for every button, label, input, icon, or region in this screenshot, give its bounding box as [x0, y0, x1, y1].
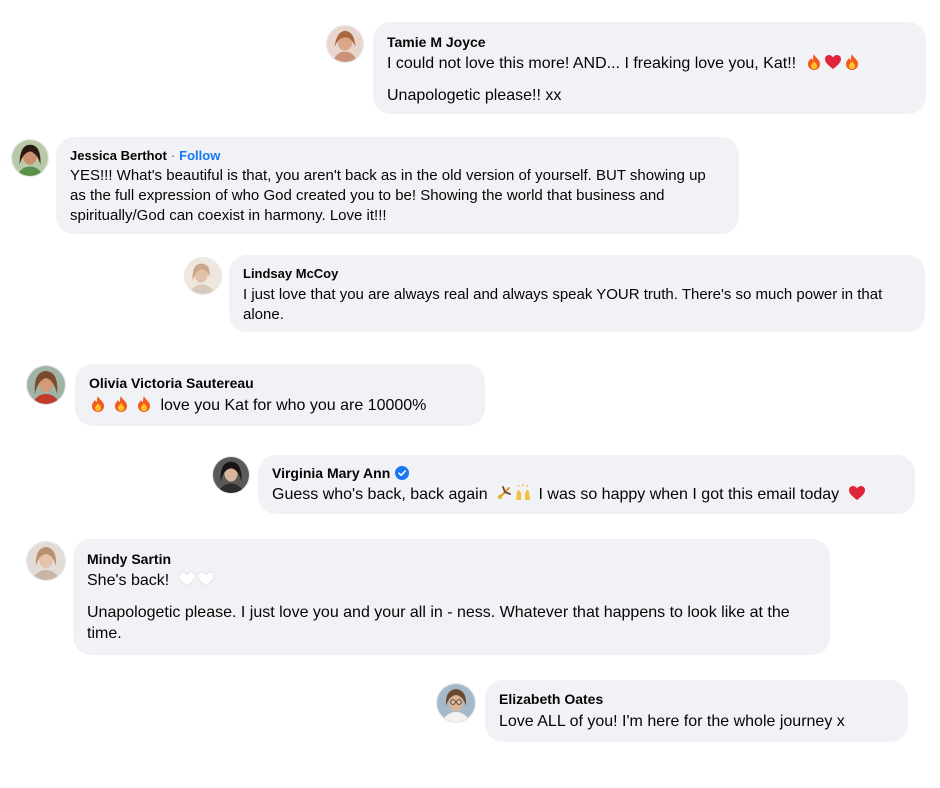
avatar-tamie[interactable] [326, 25, 364, 63]
fire-emoji [112, 395, 130, 413]
comment-text: YES!!! What's beautiful is that, you are… [70, 167, 706, 224]
fire-emoji [843, 53, 861, 71]
comment-text: love you Kat for who you are 10000% [160, 397, 427, 414]
avatar-image [12, 140, 48, 176]
comment-text-2: I was so happy when I got this email tod… [538, 486, 840, 503]
comment-bubble-mindy: Mindy Sartin She's back! Unapologetic pl… [73, 539, 830, 655]
separator-dot: · [170, 148, 176, 163]
avatar-virginia[interactable] [212, 456, 250, 494]
fire-emoji [89, 395, 107, 413]
comment-bubble-virginia: Virginia Mary Ann Guess who's back, back… [258, 455, 915, 514]
comment-author[interactable]: Tamie M Joyce [387, 33, 486, 51]
white-heart-emoji [178, 570, 196, 588]
follow-button[interactable]: Follow [179, 147, 220, 165]
avatar-lindsay[interactable] [184, 257, 222, 295]
red-heart-emoji [824, 53, 842, 71]
comment-text-2: Unapologetic please!! xx [387, 87, 562, 104]
comment-author[interactable]: Lindsay McCoy [243, 265, 338, 283]
comment-author[interactable]: Virginia Mary Ann [272, 464, 390, 482]
comment-author[interactable]: Mindy Sartin [87, 550, 171, 568]
comment-bubble-olivia: Olivia Victoria Sautereau love you Kat f… [75, 364, 485, 426]
fire-emoji [135, 395, 153, 413]
avatar-mindy[interactable] [26, 541, 66, 581]
red-heart-emoji [848, 484, 866, 502]
raised-hands-emoji [514, 484, 532, 502]
avatar-olivia[interactable] [26, 365, 66, 405]
comment-bubble-elizabeth: Elizabeth Oates Love ALL of you! I'm her… [485, 680, 908, 742]
comment-text: She's back! [87, 572, 170, 589]
avatar-image [185, 258, 221, 294]
avatar-image [437, 684, 475, 722]
comment-author[interactable]: Jessica Berthot [70, 147, 167, 165]
cartwheel-emoji [495, 484, 513, 502]
fire-emoji [805, 53, 823, 71]
avatar-image [213, 457, 249, 493]
avatar-elizabeth[interactable] [436, 683, 476, 723]
comment-bubble-jessica: Jessica Berthot · Follow YES!!! What's b… [56, 137, 739, 234]
comment-bubble-tamie: Tamie M Joyce I could not love this more… [373, 22, 926, 114]
avatar-jessica[interactable] [11, 139, 49, 177]
avatar-image [27, 542, 65, 580]
comment-text: I just love that you are always real and… [243, 286, 883, 323]
avatar-image [27, 366, 65, 404]
comment-text-2: Unapologetic please. I just love you and… [87, 604, 790, 642]
comment-author[interactable]: Elizabeth Oates [499, 690, 603, 708]
comment-author[interactable]: Olivia Victoria Sautereau [89, 374, 254, 392]
comment-text: Love ALL of you! I'm here for the whole … [499, 713, 845, 730]
avatar-image [327, 26, 363, 62]
comment-text: Guess who's back, back again [272, 486, 488, 503]
verified-badge-icon [395, 466, 410, 480]
comment-text: I could not love this more! AND... I fre… [387, 55, 797, 72]
white-heart-emoji [197, 570, 215, 588]
comment-bubble-lindsay: Lindsay McCoy I just love that you are a… [229, 255, 925, 332]
